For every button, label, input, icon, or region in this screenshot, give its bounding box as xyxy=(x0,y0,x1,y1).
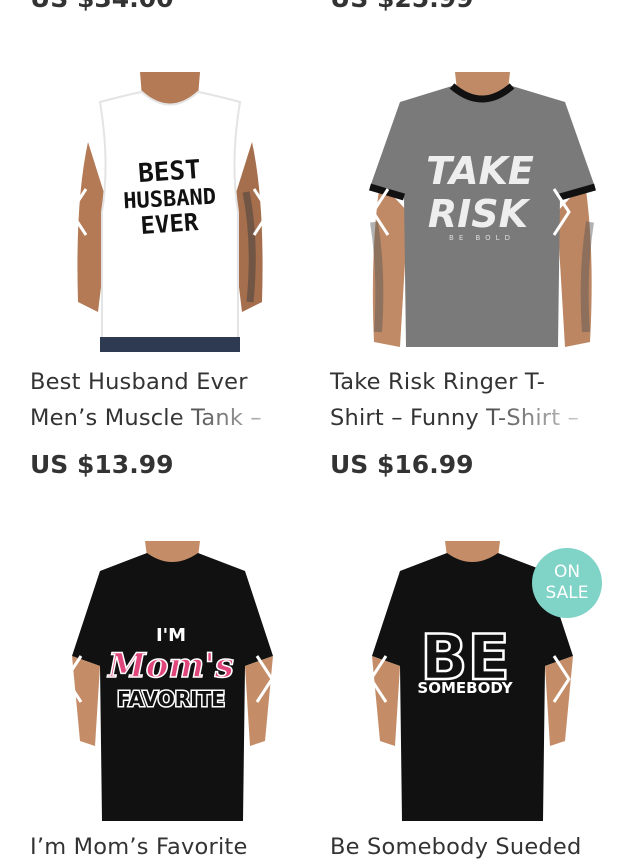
print-line-1: BEST xyxy=(137,155,202,189)
previous-product-price: US $25.99 xyxy=(330,0,473,13)
chevron-left-icon[interactable] xyxy=(368,654,388,704)
product-card[interactable]: BE SOMEBODY ON SALE Be Somebody Sueded xyxy=(330,541,610,860)
print-line-3: EVER xyxy=(140,208,200,240)
on-sale-badge: ON SALE xyxy=(532,548,602,618)
chevron-left-icon[interactable] xyxy=(68,187,88,237)
product-price: US $13.99 xyxy=(30,450,174,479)
chevron-left-icon[interactable] xyxy=(63,654,83,704)
product-title-line2: Shirt – Funny T-Shirt – xyxy=(330,405,580,431)
chevron-right-icon[interactable] xyxy=(552,654,572,704)
product-image[interactable]: BEST HUSBAND EVER xyxy=(70,72,270,352)
product-title[interactable]: Be Somebody Sueded xyxy=(330,829,620,865)
product-title-line2: Men’s Muscle Tank – xyxy=(30,405,262,431)
print-line-3: BE BOLD xyxy=(449,234,515,242)
product-card[interactable]: TAKE RISK BE BOLD Take Risk Ringer T- Sh… xyxy=(330,72,610,492)
chevron-right-icon[interactable] xyxy=(252,187,272,237)
product-title[interactable]: Best Husband Ever Men’s Muscle Tank – xyxy=(30,364,320,436)
product-card[interactable]: BEST HUSBAND EVER Best Husband Ever Men’… xyxy=(30,72,310,492)
product-title[interactable]: Take Risk Ringer T- Shirt – Funny T-Shir… xyxy=(330,364,620,436)
print-line-1: I'M xyxy=(156,625,186,646)
product-image[interactable]: I'M Mom's FAVORITE xyxy=(65,541,280,821)
chevron-right-icon[interactable] xyxy=(552,187,572,237)
product-title-line1: I’m Mom’s Favorite xyxy=(30,834,248,860)
product-title-line1: Take Risk Ringer T- xyxy=(330,369,546,395)
print-line-2: RISK xyxy=(428,192,531,236)
chevron-right-icon[interactable] xyxy=(255,654,275,704)
print-line-1: TAKE xyxy=(426,149,534,193)
badge-line-1: ON xyxy=(553,562,581,582)
print-line-2: SOMEBODY xyxy=(417,679,513,697)
product-title-line1: Be Somebody Sueded xyxy=(330,834,582,860)
previous-product-price: US $34.00 xyxy=(30,0,173,13)
product-title[interactable]: I’m Mom’s Favorite xyxy=(30,829,320,865)
badge-line-2: SALE xyxy=(545,583,589,603)
chevron-left-icon[interactable] xyxy=(370,187,390,237)
print-line-2: Mom's xyxy=(107,646,234,686)
product-price: US $16.99 xyxy=(330,450,474,479)
product-card[interactable]: I'M Mom's FAVORITE I’m Mom’s Favorite xyxy=(30,541,310,860)
product-title-line1: Best Husband Ever xyxy=(30,369,248,395)
print-line-3: FAVORITE xyxy=(117,687,225,711)
